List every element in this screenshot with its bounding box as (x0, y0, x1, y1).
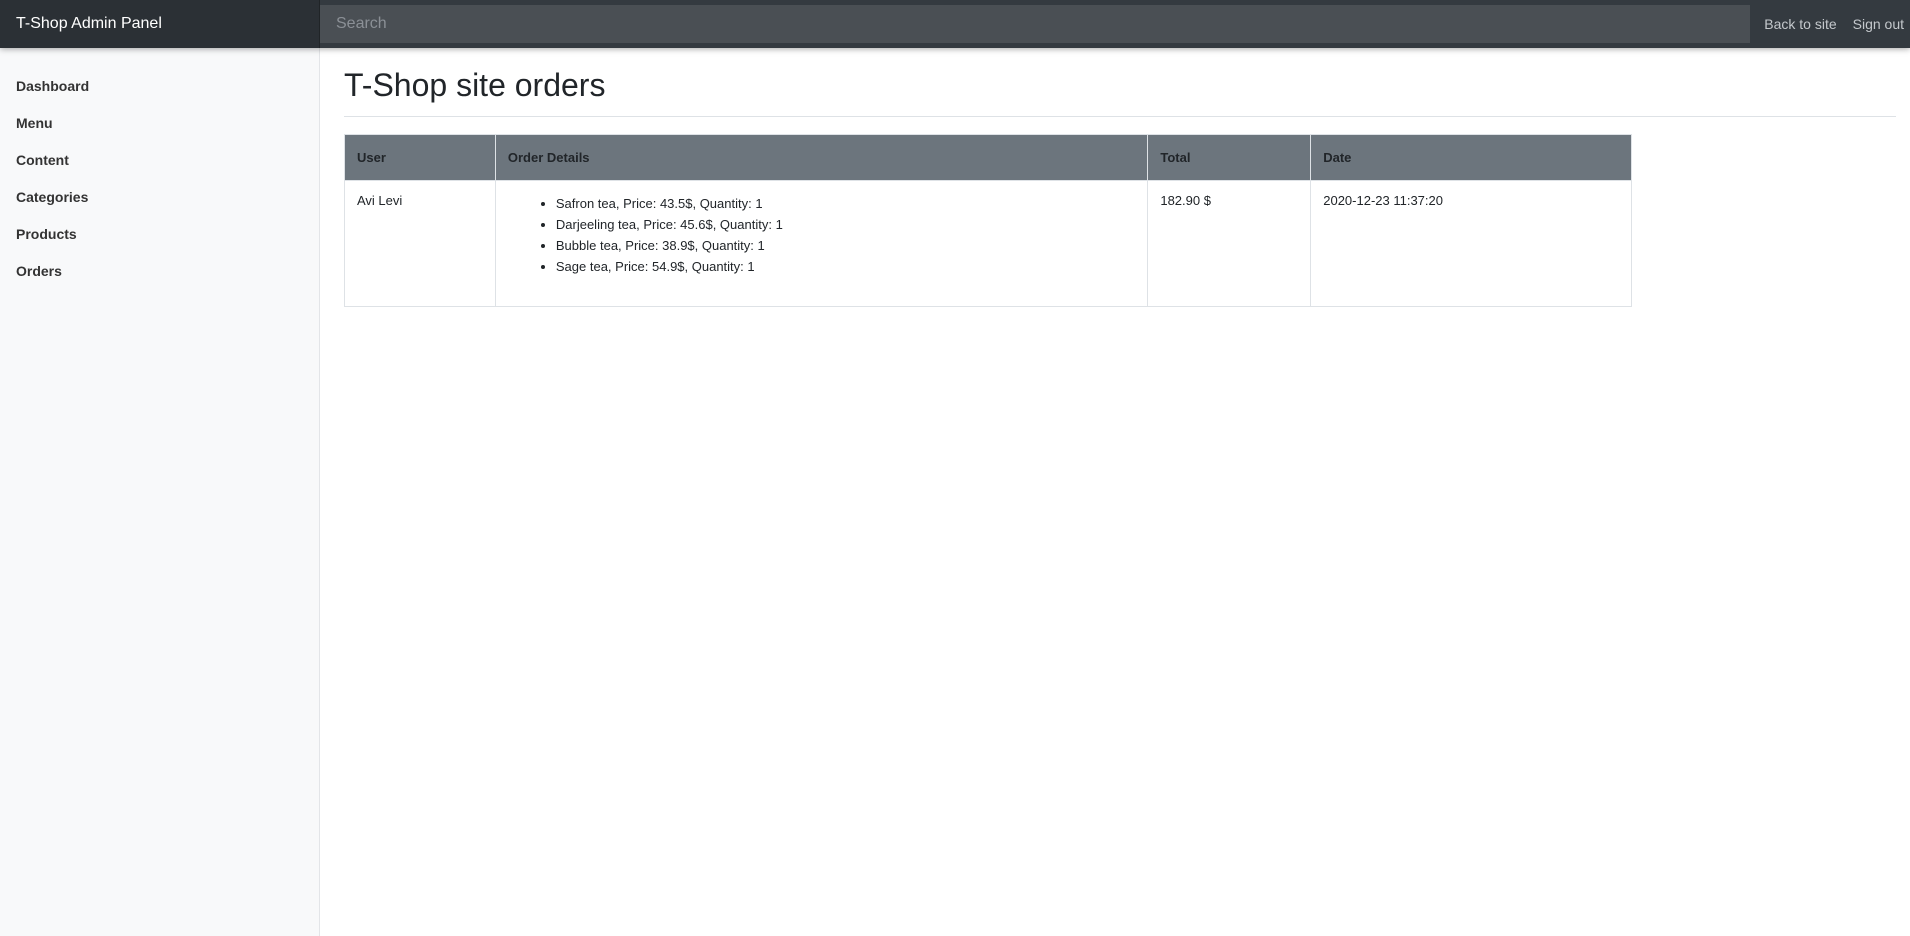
sign-out-link[interactable]: Sign out (1853, 16, 1904, 32)
cell-user: Avi Levi (344, 180, 496, 307)
order-item: Bubble tea, Price: 38.9$, Quantity: 1 (556, 235, 1135, 256)
column-header-order-details: Order Details (494, 134, 1149, 181)
table-row: Avi Levi Safron tea, Price: 43.5$, Quant… (344, 180, 1632, 307)
order-items-list: Safron tea, Price: 43.5$, Quantity: 1 Da… (508, 193, 1135, 277)
search-input[interactable] (320, 5, 1750, 43)
sidebar: Dashboard Menu Content Categories Produc… (0, 48, 320, 936)
order-item: Darjeeling tea, Price: 45.6$, Quantity: … (556, 214, 1135, 235)
back-to-site-link[interactable]: Back to site (1764, 16, 1836, 32)
sidebar-item-menu[interactable]: Menu (0, 105, 319, 142)
sidebar-item-products[interactable]: Products (0, 216, 319, 253)
cell-total: 182.90 $ (1147, 180, 1312, 307)
column-header-total: Total (1147, 134, 1312, 181)
orders-table: User Order Details Total Date Avi Levi S… (344, 134, 1632, 307)
column-header-user: User (344, 134, 496, 181)
top-navbar: T-Shop Admin Panel Back to site Sign out (0, 0, 1910, 48)
brand-title[interactable]: T-Shop Admin Panel (0, 0, 320, 48)
column-header-date: Date (1310, 134, 1632, 181)
cell-order-details: Safron tea, Price: 43.5$, Quantity: 1 Da… (494, 180, 1149, 307)
order-item: Sage tea, Price: 54.9$, Quantity: 1 (556, 256, 1135, 277)
page-title: T-Shop site orders (344, 64, 1896, 117)
sidebar-item-orders[interactable]: Orders (0, 253, 319, 290)
table-header-row: User Order Details Total Date (344, 134, 1632, 181)
sidebar-item-content[interactable]: Content (0, 142, 319, 179)
order-item: Safron tea, Price: 43.5$, Quantity: 1 (556, 193, 1135, 214)
top-links: Back to site Sign out (1748, 0, 1904, 48)
main-content: T-Shop site orders User Order Details To… (344, 48, 1896, 307)
cell-date: 2020-12-23 11:37:20 (1310, 180, 1632, 307)
sidebar-item-categories[interactable]: Categories (0, 179, 319, 216)
sidebar-item-dashboard[interactable]: Dashboard (0, 68, 319, 105)
